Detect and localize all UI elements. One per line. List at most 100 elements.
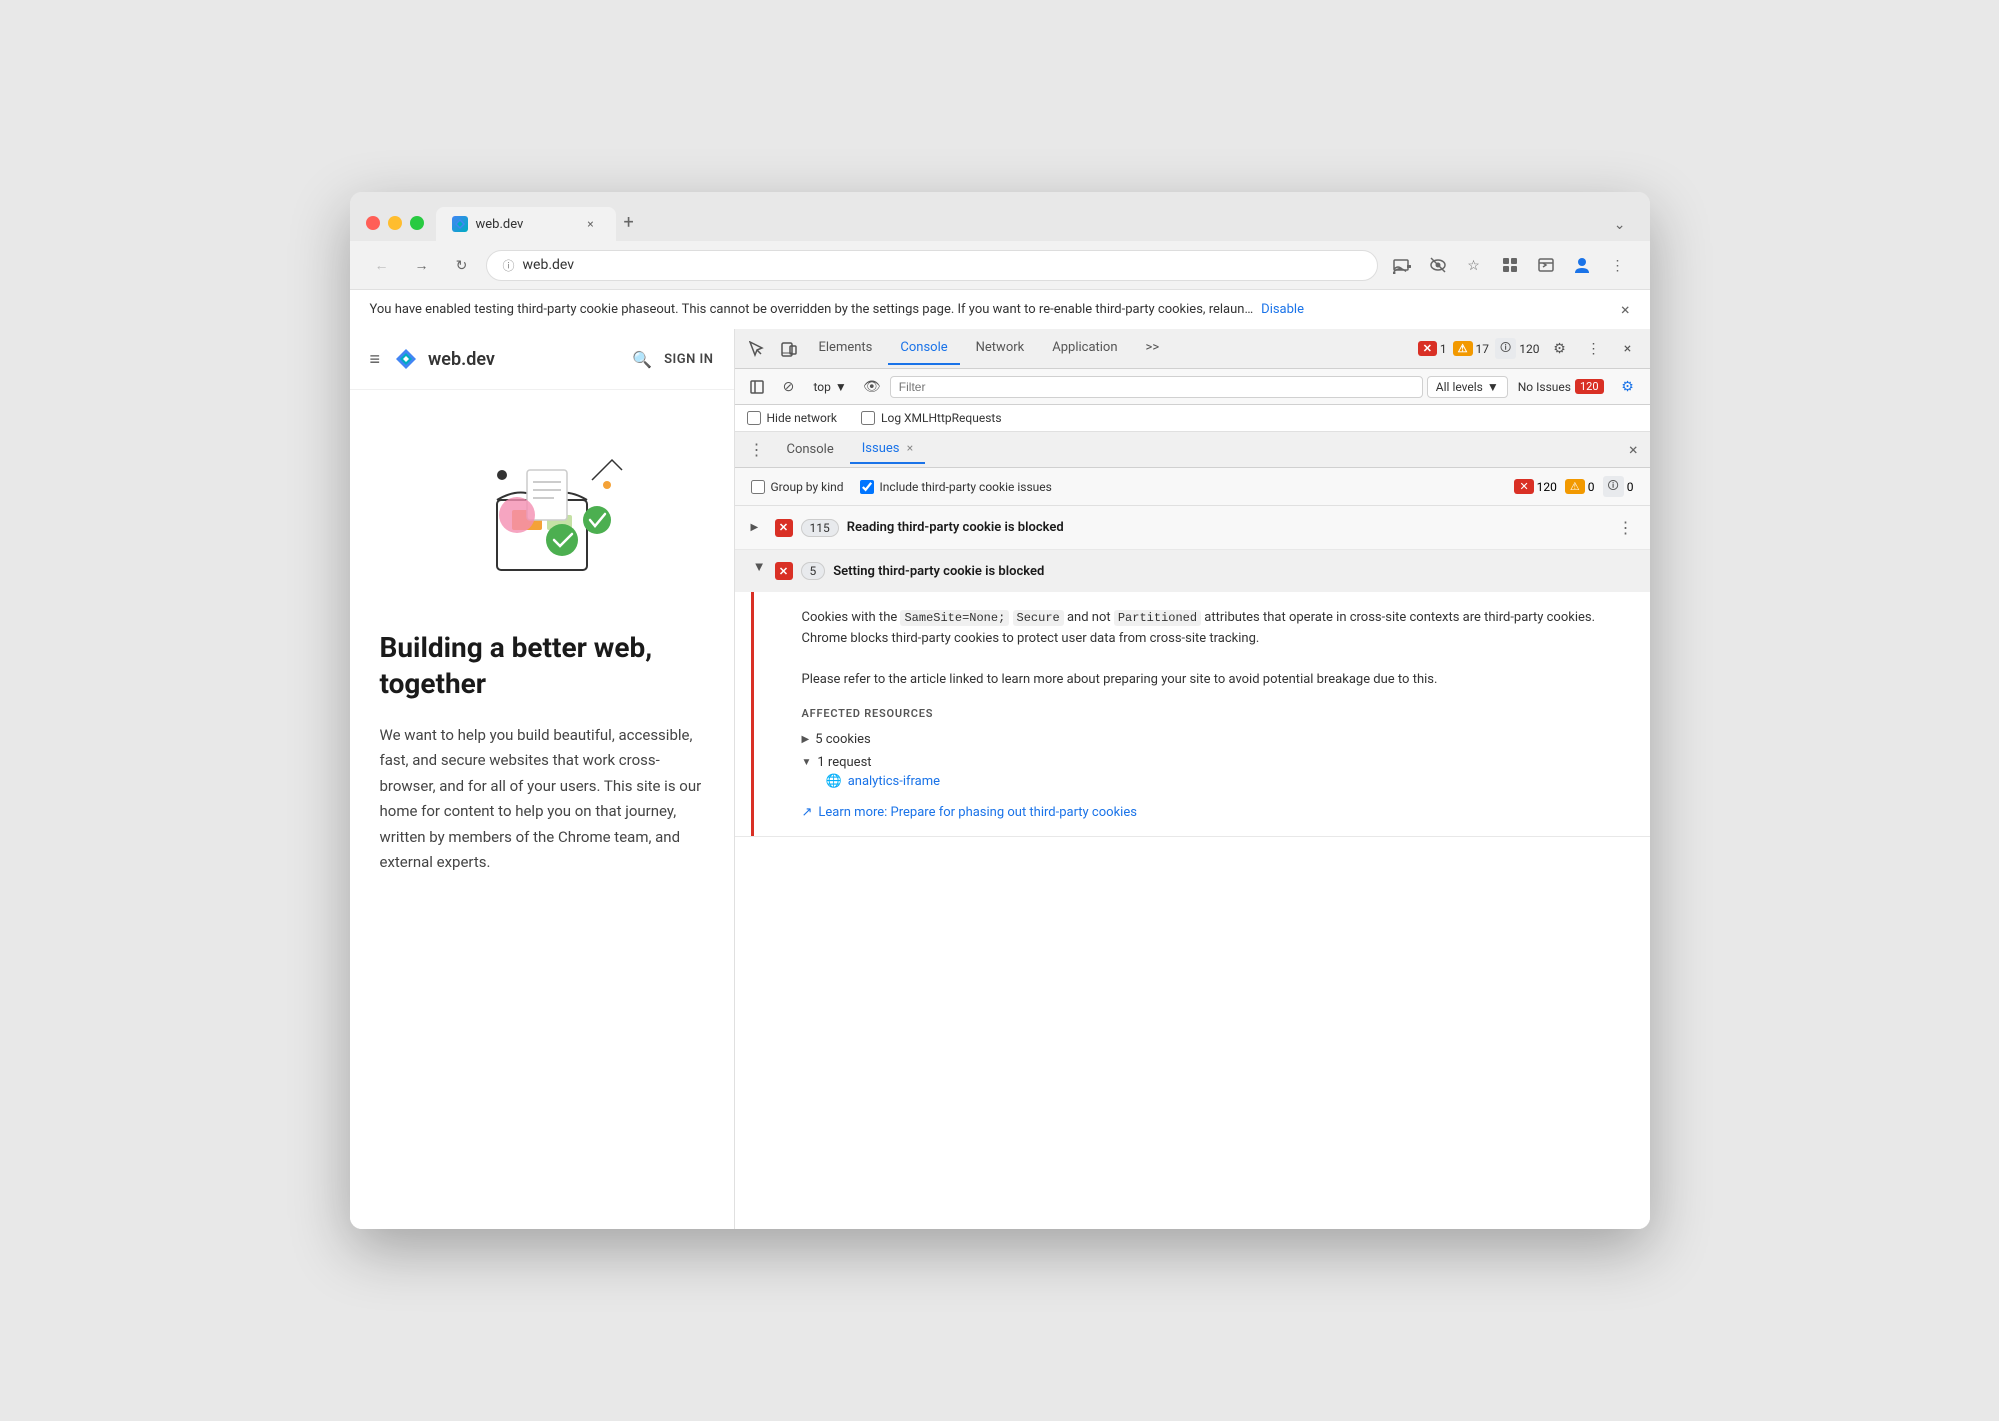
- log-xml-label: Log XMLHttpRequests: [881, 411, 1002, 425]
- subtab-console[interactable]: Console: [775, 436, 846, 463]
- issue-header-setting[interactable]: ▶ ✕ 5 Setting third-party cookie is bloc…: [735, 550, 1650, 592]
- site-search-button[interactable]: 🔍: [632, 350, 652, 369]
- profile-button[interactable]: [1566, 249, 1598, 281]
- tab-expand-button[interactable]: ⌄: [1606, 209, 1634, 241]
- close-window-button[interactable]: [366, 216, 380, 230]
- issues-content: Group by kind Include third-party cookie…: [735, 468, 1650, 1229]
- error-badge: ✕ 1: [1418, 341, 1447, 356]
- devtools-menu-button[interactable]: ⋮: [1580, 335, 1608, 363]
- subtabs-menu-button[interactable]: ⋮: [743, 436, 771, 463]
- browser-tab-active[interactable]: web.dev ×: [436, 207, 616, 241]
- group-by-kind-checkbox[interactable]: Group by kind: [751, 480, 844, 494]
- issue-icon-error-setting: ✕: [775, 562, 793, 580]
- frame-selector[interactable]: top ▼: [807, 376, 854, 398]
- include-third-party-input[interactable]: [860, 480, 874, 494]
- devtools-actions: ✕ 1 ⚠ 17 🛈 120 ⚙ ⋮ ×: [1418, 335, 1642, 363]
- issues-counts: ✕ 120 ⚠ 0 🛈 0: [1514, 476, 1633, 497]
- hide-button[interactable]: [1422, 249, 1454, 281]
- tab-favicon: [452, 216, 468, 232]
- frame-selector-arrow: ▼: [835, 380, 847, 394]
- minimize-window-button[interactable]: [388, 216, 402, 230]
- devtools-close-button[interactable]: ×: [1614, 335, 1642, 363]
- affected-resources-title: AFFECTED RESOURCES: [802, 707, 1626, 720]
- devtools-tab-elements[interactable]: Elements: [807, 332, 885, 365]
- error-count: 1: [1440, 342, 1447, 356]
- console-filter-input[interactable]: [890, 376, 1423, 398]
- group-by-kind-label: Group by kind: [771, 480, 844, 494]
- error-icon: ✕: [1418, 341, 1437, 356]
- devtools-settings-button[interactable]: ⚙: [1546, 335, 1574, 363]
- devtools-more-tabs-button[interactable]: >>: [1134, 332, 1172, 365]
- tab-bar: web.dev × + ⌄: [436, 204, 1634, 241]
- devtools-tab-application[interactable]: Application: [1040, 332, 1129, 365]
- site-signin-button[interactable]: SIGN IN: [664, 352, 713, 367]
- star-button[interactable]: ☆: [1458, 249, 1490, 281]
- subtabs-close-button[interactable]: ×: [1625, 436, 1642, 463]
- warning-icon: ⚠: [1453, 341, 1473, 356]
- back-button[interactable]: ←: [366, 249, 398, 281]
- tab-title: web.dev: [476, 217, 524, 232]
- devtools-tab-network[interactable]: Network: [964, 332, 1037, 365]
- issue-group-setting: ▶ ✕ 5 Setting third-party cookie is bloc…: [735, 550, 1650, 837]
- site-hero: Building a better web, together We want …: [350, 390, 734, 1229]
- site-logo[interactable]: web.dev: [392, 345, 495, 373]
- group-by-kind-input[interactable]: [751, 480, 765, 494]
- issues-error-icon: ✕: [1514, 479, 1533, 494]
- no-issues-badge: No Issues 120: [1512, 376, 1610, 397]
- address-bar[interactable]: ⓘ web.dev: [486, 250, 1378, 281]
- issues-warning-icon: ⚠: [1565, 479, 1585, 494]
- hide-network-checkbox[interactable]: Hide network: [747, 411, 838, 425]
- issue-arrow-reading: ▶: [751, 522, 767, 533]
- subtab-issues-close[interactable]: ×: [907, 441, 913, 455]
- new-tab-button[interactable]: +: [616, 204, 642, 241]
- issue-count-reading: 115: [801, 519, 839, 537]
- devtools-tab-console[interactable]: Console: [888, 332, 959, 365]
- site-header: ≡ web.dev 🔍 SIGN IN: [350, 329, 734, 390]
- info-bar-text: You have enabled testing third-party coo…: [370, 302, 1254, 317]
- tab-close-button[interactable]: ×: [582, 215, 600, 233]
- devtools-toggle-button[interactable]: [1530, 249, 1562, 281]
- info-bar-disable-link[interactable]: Disable: [1261, 302, 1304, 317]
- issues-info-icon: 🛈: [1603, 476, 1624, 497]
- code-samesite: SameSite=None;: [900, 610, 1009, 626]
- resource-item-request[interactable]: ▼ 1 request: [802, 751, 1626, 774]
- forward-button[interactable]: →: [406, 249, 438, 281]
- frame-selector-label: top: [814, 380, 831, 394]
- log-xml-checkbox[interactable]: Log XMLHttpRequests: [861, 411, 1002, 425]
- title-bar: web.dev × + ⌄: [350, 192, 1650, 241]
- info-bar-close-button[interactable]: ×: [1621, 300, 1630, 319]
- learn-more-link[interactable]: ↗ Learn more: Prepare for phasing out th…: [802, 805, 1626, 820]
- log-levels-select[interactable]: All levels ▼: [1427, 376, 1508, 398]
- reload-button[interactable]: ↻: [446, 249, 478, 281]
- hamburger-menu-button[interactable]: ≡: [370, 349, 381, 370]
- hide-network-input[interactable]: [747, 411, 761, 425]
- devtools-main-toolbar: Elements Console Network Application >> …: [735, 329, 1650, 369]
- subtab-issues[interactable]: Issues ×: [850, 435, 925, 464]
- site-logo-text: web.dev: [428, 349, 495, 370]
- issue-header-reading[interactable]: ▶ ✕ 115 Reading third-party cookie is bl…: [735, 506, 1650, 549]
- inspect-element-button[interactable]: [743, 335, 771, 363]
- info-icon: 🛈: [1495, 338, 1516, 359]
- log-levels-arrow: ▼: [1487, 380, 1499, 394]
- traffic-lights: [366, 216, 424, 230]
- include-third-party-checkbox[interactable]: Include third-party cookie issues: [860, 480, 1052, 494]
- device-toggle-button[interactable]: [775, 335, 803, 363]
- code-partitioned: Partitioned: [1114, 610, 1201, 626]
- maximize-window-button[interactable]: [410, 216, 424, 230]
- clear-console-button[interactable]: ⊘: [775, 373, 803, 401]
- menu-button[interactable]: ⋮: [1602, 249, 1634, 281]
- resource-item-cookies[interactable]: ▶ 5 cookies: [802, 728, 1626, 751]
- extensions-button[interactable]: [1494, 249, 1526, 281]
- issue-menu-reading[interactable]: ⋮: [1618, 518, 1634, 537]
- code-secure: Secure: [1013, 610, 1064, 626]
- hero-svg: [442, 420, 642, 600]
- include-third-party-label: Include third-party cookie issues: [880, 480, 1052, 494]
- resource-link-analytics[interactable]: 🌐 analytics-iframe: [826, 774, 1626, 789]
- live-expressions-button[interactable]: 👁: [858, 373, 886, 401]
- issues-settings-button[interactable]: ⚙: [1614, 373, 1642, 401]
- log-xml-input[interactable]: [861, 411, 875, 425]
- console-sidebar-toggle[interactable]: [743, 373, 771, 401]
- console-options-row: Hide network Log XMLHttpRequests: [735, 405, 1650, 432]
- resource-link-icon: 🌐: [826, 774, 842, 789]
- cast-button[interactable]: [1386, 249, 1418, 281]
